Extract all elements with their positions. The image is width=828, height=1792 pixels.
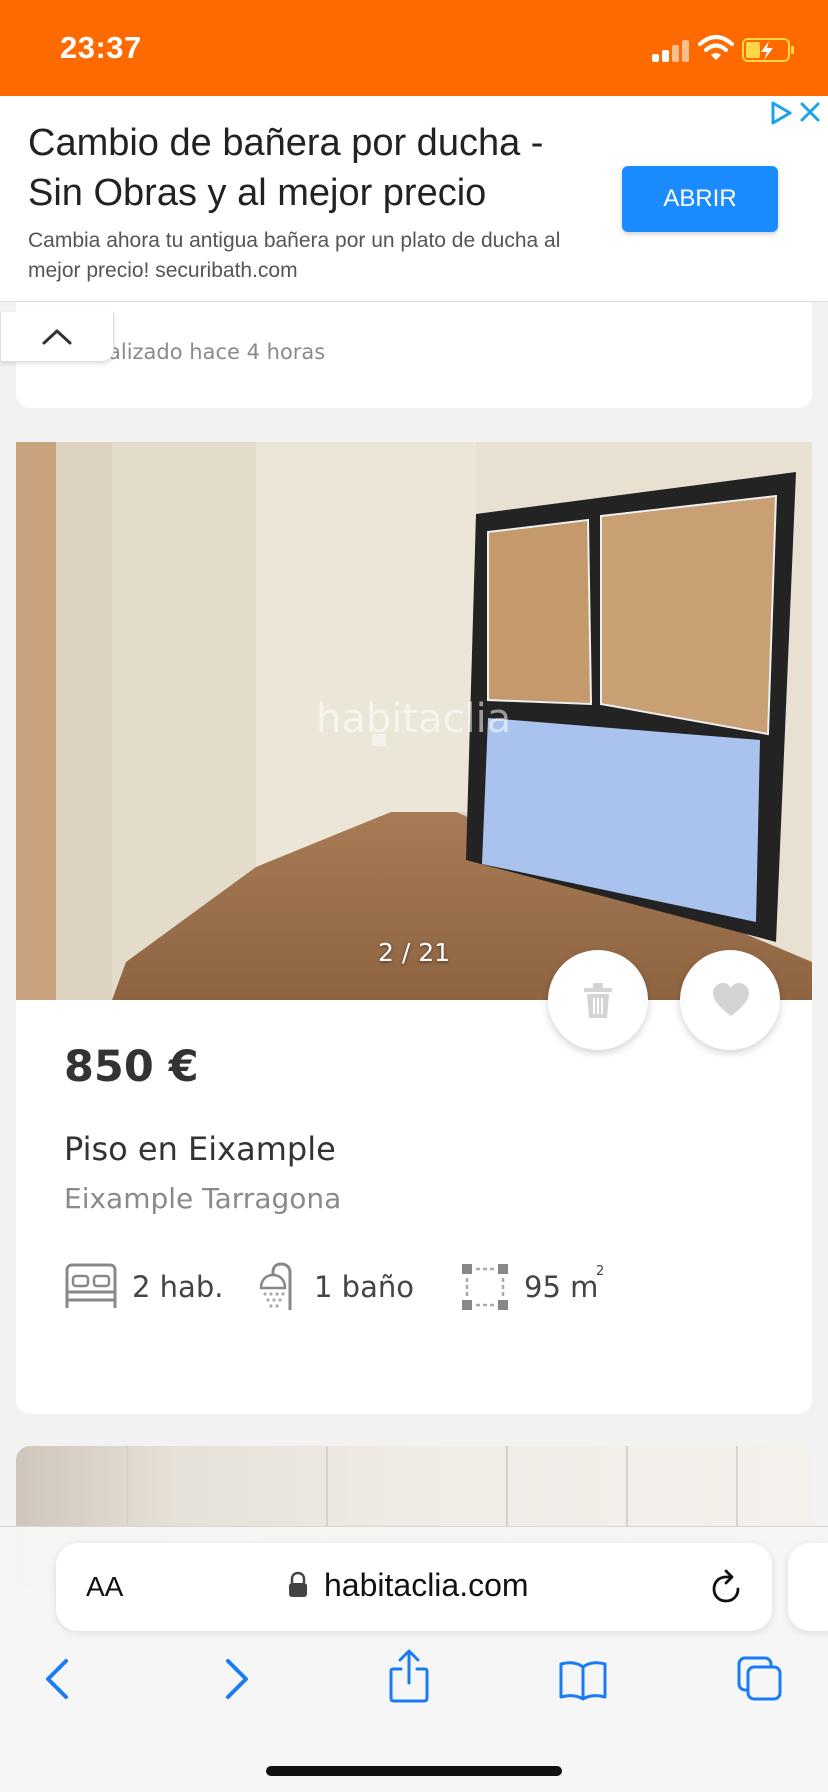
previous-listing-card[interactable]: alizado hace 4 horas <box>16 302 812 408</box>
area-unit-superscript: 2 <box>596 1264 605 1279</box>
ad-banner[interactable]: Cambio de bañera por ducha - Sin Obras y… <box>0 96 828 302</box>
bookmarks-icon[interactable] <box>558 1659 608 1701</box>
reload-icon[interactable] <box>710 1569 744 1605</box>
photo-counter: 2 / 21 <box>377 938 451 967</box>
text-size-label: AA <box>86 1571 124 1602</box>
home-indicator[interactable] <box>266 1766 562 1776</box>
ad-open-button[interactable]: ABRIR <box>622 166 778 232</box>
area-icon <box>462 1264 508 1310</box>
url-text[interactable]: habitaclia.com <box>324 1567 529 1604</box>
browser-toolbar: AA habitaclia.com <box>0 1526 828 1792</box>
bathrooms-count: 1 baño <box>314 1270 414 1304</box>
status-bar: 23:37 <box>0 0 828 96</box>
updated-time-text: alizado hace 4 horas <box>108 340 326 364</box>
listing-photo[interactable]: habitaclia <box>16 442 812 1000</box>
collapse-ad-button[interactable] <box>0 312 114 362</box>
heart-icon <box>713 983 749 1016</box>
back-icon[interactable] <box>42 1657 72 1701</box>
address-bar[interactable]: AA habitaclia.com <box>56 1543 772 1631</box>
ad-description[interactable]: Cambia ahora tu antigua bañera por un pl… <box>28 226 588 286</box>
discard-button[interactable] <box>548 950 648 1050</box>
battery-charging-icon <box>742 38 794 62</box>
lock-icon <box>289 1571 307 1597</box>
listing-title[interactable]: Piso en Eixample <box>64 1130 336 1168</box>
listing-location: Eixample Tarragona <box>64 1182 342 1215</box>
ad-close-icon[interactable] <box>798 100 822 124</box>
rooms-count: 2 hab. <box>132 1270 224 1304</box>
listing-features: 2 hab. 1 baño 95 m 2 <box>64 1262 784 1316</box>
photo-watermark: habitaclia <box>316 696 511 742</box>
text-size-button[interactable]: AA <box>86 1571 123 1603</box>
ad-title[interactable]: Cambio de bañera por ducha - Sin Obras y… <box>28 118 588 218</box>
listing-price: 850 € <box>64 1042 199 1092</box>
adchoices-icon[interactable] <box>768 100 794 126</box>
tabs-icon[interactable] <box>736 1655 784 1703</box>
shower-icon <box>259 1262 292 1310</box>
share-icon[interactable] <box>388 1649 430 1703</box>
next-tab-preview[interactable] <box>788 1543 828 1631</box>
area-size: 95 m <box>524 1270 599 1304</box>
listing-card[interactable]: habitaclia 2 / 21 850 € Piso en Eixample… <box>16 442 812 1414</box>
chevron-up-icon <box>42 329 72 345</box>
status-time: 23:37 <box>60 30 142 65</box>
cellular-signal-icon <box>652 38 692 62</box>
bed-icon <box>65 1263 117 1308</box>
forward-icon[interactable] <box>222 1657 252 1701</box>
wifi-icon <box>698 35 734 60</box>
trash-icon <box>584 983 612 1018</box>
favorite-button[interactable] <box>680 950 780 1050</box>
